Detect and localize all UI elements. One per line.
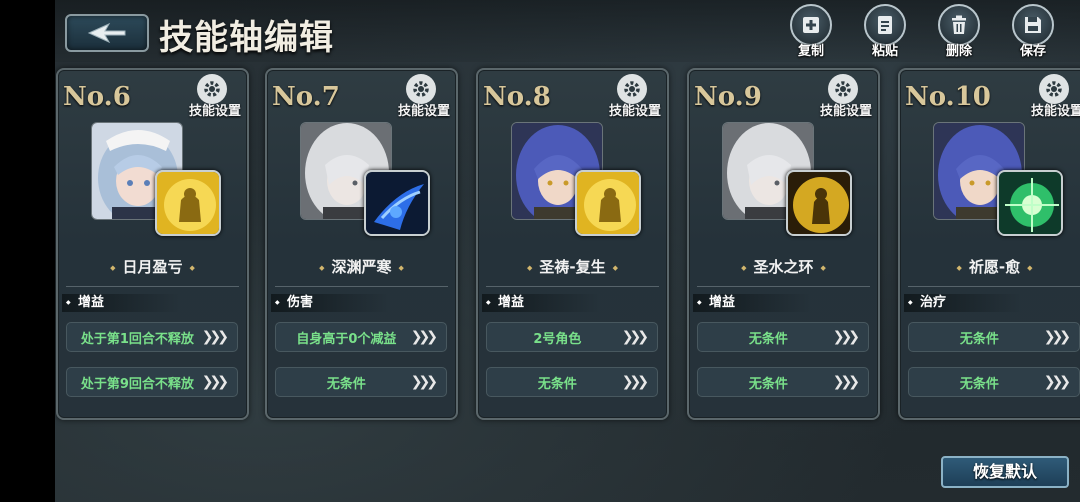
category-tag: 增益 <box>693 294 811 312</box>
chevrons-right-icon: ❯❯❯ <box>621 374 649 390</box>
chevrons-right-icon: ❯❯❯ <box>410 374 438 390</box>
skill-name: 圣水之环 <box>689 256 878 277</box>
delete-button[interactable]: 删除 <box>931 4 987 62</box>
category-tag: 治疗 <box>904 294 1022 312</box>
paste-button[interactable]: 粘贴 <box>857 4 913 62</box>
category-tag: 增益 <box>62 294 180 312</box>
skill-card[interactable]: No.6 技能设置 日月盈亏 增益 <box>56 68 249 420</box>
chevrons-right-icon: ❯❯❯ <box>832 329 860 345</box>
chevrons-right-icon: ❯❯❯ <box>201 374 229 390</box>
divider <box>275 286 448 287</box>
card-number: No.10 <box>905 82 991 112</box>
back-button[interactable] <box>65 14 149 52</box>
green-heal-orb-icon <box>997 170 1063 236</box>
condition-button[interactable]: 无条件 ❯❯❯ <box>697 322 869 352</box>
golden-warrior-icon <box>786 170 852 236</box>
skill-settings-label[interactable]: 技能设置 <box>820 100 872 119</box>
chevrons-right-icon: ❯❯❯ <box>621 329 649 345</box>
back-arrow-icon <box>87 22 126 44</box>
condition-button[interactable]: 无条件 ❯❯❯ <box>697 367 869 397</box>
card-number: No.9 <box>694 82 762 112</box>
condition-text: 处于第9回合不释放 <box>80 376 194 392</box>
trash-icon <box>952 15 966 34</box>
skill-name: 圣祷-复生 <box>478 256 667 277</box>
condition-button[interactable]: 无条件 ❯❯❯ <box>908 322 1080 352</box>
copy-button[interactable]: 复制 <box>783 4 839 62</box>
delete-label: 删除 <box>945 44 972 59</box>
save-label: 保存 <box>1019 44 1046 59</box>
skill-name: 深渊严寒 <box>267 256 456 277</box>
condition-button[interactable]: 无条件 ❯❯❯ <box>486 367 658 397</box>
skill-name: 日月盈亏 <box>58 256 247 277</box>
chevrons-right-icon: ❯❯❯ <box>1043 329 1071 345</box>
chevrons-right-icon: ❯❯❯ <box>410 329 438 345</box>
chevrons-right-icon: ❯❯❯ <box>1043 374 1071 390</box>
category-tag: 增益 <box>482 294 600 312</box>
condition-text: 无条件 <box>959 376 999 392</box>
condition-text: 处于第1回合不释放 <box>80 331 194 347</box>
divider <box>697 286 870 287</box>
condition-button[interactable]: 2号角色 ❯❯❯ <box>486 322 658 352</box>
category-tag: 伤害 <box>271 294 389 312</box>
condition-text: 无条件 <box>748 331 788 347</box>
condition-button[interactable]: 无条件 ❯❯❯ <box>275 367 447 397</box>
restore-default-button[interactable]: 恢复默认 <box>941 456 1069 488</box>
blue-ice-claw-icon <box>364 170 430 236</box>
skill-settings-label[interactable]: 技能设置 <box>609 100 661 119</box>
divider <box>908 286 1080 287</box>
skill-card[interactable]: No.8 技能设置 圣祷-复生 增益 <box>476 68 669 420</box>
skill-settings-label[interactable]: 技能设置 <box>189 100 241 119</box>
skill-card[interactable]: No.9 技能设置 圣水之环 增益 <box>687 68 880 420</box>
condition-button[interactable]: 处于第9回合不释放 ❯❯❯ <box>66 367 238 397</box>
condition-button[interactable]: 自身高于0个减益 ❯❯❯ <box>275 322 447 352</box>
paste-icon <box>878 16 892 34</box>
copy-label: 复制 <box>797 44 824 59</box>
paste-label: 粘贴 <box>871 44 898 59</box>
condition-text: 无条件 <box>959 331 999 347</box>
divider <box>486 286 659 287</box>
save-button[interactable]: 保存 <box>1005 4 1061 62</box>
golden-knight-icon <box>155 170 221 236</box>
card-number: No.8 <box>483 82 551 112</box>
game-screen: 技能轴编辑 复制 粘贴 删除 保存 No.6 技能设置 ◆ 日月盈亏 ◆ ◆ 增… <box>55 0 1080 502</box>
skill-card[interactable]: No.7 技能设置 深渊严寒 伤害 <box>265 68 458 420</box>
save-icon <box>1025 17 1041 33</box>
chevrons-right-icon: ❯❯❯ <box>832 374 860 390</box>
condition-text: 自身高于0个减益 <box>296 331 397 347</box>
skill-settings-label[interactable]: 技能设置 <box>1031 100 1080 119</box>
divider <box>66 286 239 287</box>
condition-button[interactable]: 处于第1回合不释放 ❯❯❯ <box>66 322 238 352</box>
condition-button[interactable]: 无条件 ❯❯❯ <box>908 367 1080 397</box>
condition-text: 无条件 <box>748 376 788 392</box>
skill-settings-label[interactable]: 技能设置 <box>398 100 450 119</box>
golden-knight-icon <box>575 170 641 236</box>
page-title: 技能轴编辑 <box>159 18 334 58</box>
condition-text: 2号角色 <box>533 331 582 347</box>
card-number: No.6 <box>63 82 131 112</box>
condition-text: 无条件 <box>326 376 366 392</box>
card-number: No.7 <box>272 82 340 112</box>
skill-card[interactable]: No.10 技能设置 祈愿-愈 治疗 <box>898 68 1080 420</box>
condition-text: 无条件 <box>537 376 577 392</box>
copy-icon <box>803 17 819 33</box>
chevrons-right-icon: ❯❯❯ <box>201 329 229 345</box>
skill-name: 祈愿-愈 <box>900 256 1080 277</box>
